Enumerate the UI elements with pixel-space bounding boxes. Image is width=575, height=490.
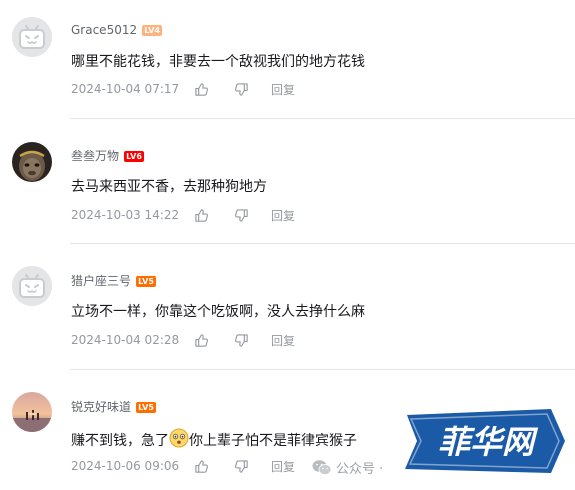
reply-button[interactable]: 回复 <box>271 458 295 475</box>
avatar[interactable] <box>12 392 52 432</box>
tv-icon <box>12 266 52 306</box>
sunset-avatar-icon <box>12 392 52 432</box>
like-button[interactable] <box>194 208 234 223</box>
thumbs-up-icon <box>195 82 209 96</box>
comment-text: 去马来西亚不香，去那种狗地方 <box>71 179 267 195</box>
comment-text-part: 你上辈子怕不是菲律宾猴子 <box>189 433 357 449</box>
site-logo: 菲华网 <box>401 407 571 475</box>
thumbs-down-icon <box>234 333 248 347</box>
site-logo-text: 菲华网 <box>438 423 539 461</box>
comment-time: 2024-10-04 02:28 <box>71 333 180 347</box>
comment-text: 立场不一样，你靠这个吃饭啊，没人去挣什么麻 <box>71 304 365 320</box>
divider <box>70 369 575 370</box>
thumbs-up-icon <box>195 459 209 473</box>
avatar[interactable] <box>12 266 52 306</box>
avatar[interactable] <box>12 17 52 57</box>
level-badge: LV5 <box>136 275 157 287</box>
wechat-icon <box>312 460 332 475</box>
level-badge: LV4 <box>142 24 163 36</box>
username[interactable]: 锐克好味道 <box>71 399 131 415</box>
like-button[interactable] <box>194 459 234 474</box>
avatar[interactable] <box>12 142 52 182</box>
wechat-watermark: 公众号 · <box>312 458 383 477</box>
reply-button[interactable]: 回复 <box>271 81 295 98</box>
level-badge: LV6 <box>124 150 145 162</box>
shocked-emoji-icon <box>169 428 189 454</box>
level-badge: LV5 <box>136 401 157 413</box>
divider <box>70 118 575 119</box>
comment-time: 2024-10-06 09:06 <box>71 459 180 473</box>
comment-time: 2024-10-03 14:22 <box>71 208 180 222</box>
comment-text: 赚不到钱，急了 你上辈子怕不是菲律宾猴子 <box>71 428 357 454</box>
thumbs-up-icon <box>195 208 209 222</box>
thumbs-down-icon <box>234 82 248 96</box>
like-button[interactable] <box>194 333 234 348</box>
site-logo-badge: 菲华网 <box>405 409 565 473</box>
username[interactable]: 猎户座三号 <box>71 273 131 289</box>
wechat-watermark-text: 公众号 · <box>336 462 384 477</box>
comment-text: 哪里不能花钱，非要去一个敌视我们的地方花钱 <box>71 54 365 70</box>
username[interactable]: Grace5012 <box>71 22 137 38</box>
reply-button[interactable]: 回复 <box>271 207 295 224</box>
comment-text-part: 赚不到钱，急了 <box>71 433 169 449</box>
thumbs-up-icon <box>195 333 209 347</box>
thumbs-down-icon <box>234 459 248 473</box>
dislike-button[interactable] <box>234 208 271 223</box>
reply-button[interactable]: 回复 <box>271 332 295 349</box>
like-button[interactable] <box>194 82 234 97</box>
tv-icon <box>12 17 52 57</box>
dislike-button[interactable] <box>234 333 271 348</box>
dislike-button[interactable] <box>234 459 271 474</box>
dislike-button[interactable] <box>234 82 271 97</box>
wukong-avatar-icon <box>12 142 52 182</box>
thumbs-down-icon <box>234 208 248 222</box>
comment-time: 2024-10-04 07:17 <box>71 82 180 96</box>
username[interactable]: 叁叁万物 <box>71 148 119 164</box>
divider <box>70 243 575 244</box>
